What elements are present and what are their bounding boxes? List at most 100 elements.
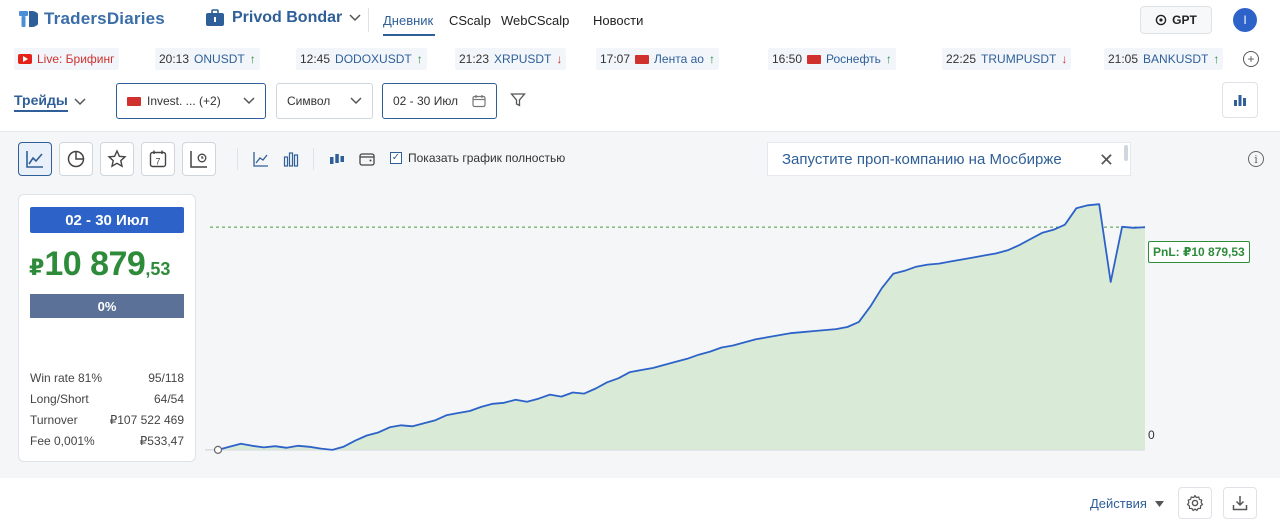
ticker-item[interactable]: 17:07 Лента ао ↑ (596, 48, 719, 70)
logo[interactable]: TradersDiaries (18, 9, 165, 29)
stat-long-short: Long/Short 64/54 (30, 392, 184, 406)
ticker-more-icon[interactable]: + (1243, 51, 1259, 67)
avatar[interactable]: I (1233, 8, 1257, 32)
tool-favorites[interactable] (100, 142, 134, 176)
banner-scrollbar (1124, 145, 1128, 161)
chevron-down-icon (243, 97, 255, 105)
ticker-symbol: Роснефть (826, 52, 881, 66)
chevron-down-icon (349, 14, 361, 22)
ticker-item[interactable]: 22:25 TRUMPUSDT ↓ (942, 48, 1072, 70)
info-icon[interactable]: i (1248, 151, 1264, 167)
openai-icon (1155, 14, 1167, 26)
arrow-up-icon: ↑ (416, 52, 423, 66)
show-full-chart-toggle[interactable]: ✓ Показать график полностью (390, 151, 565, 165)
star-icon (107, 149, 127, 168)
ticker-symbol: BANKUSDT (1143, 52, 1209, 66)
tool-pie-chart[interactable] (59, 142, 93, 176)
stat-value: 95/118 (148, 371, 184, 385)
stat-turnover: Turnover ₽107 522 469 (30, 413, 184, 427)
download-icon (1232, 496, 1248, 511)
close-icon[interactable]: ✕ (1099, 151, 1114, 169)
ticker-symbol: DODOXUSDT (335, 52, 412, 66)
summary-pnl: ₽ 10 879 ,53 (29, 245, 170, 284)
stat-value: 64/54 (153, 392, 184, 406)
moex-flag-icon (127, 96, 141, 106)
tool-line-mode[interactable] (252, 150, 270, 168)
clock-chart-icon (190, 151, 207, 168)
workspace-selector[interactable]: Privod Bondar (205, 9, 361, 27)
pnl-integer: 10 879 (44, 245, 146, 283)
ticker-item[interactable]: 21:05 BANKUSDT ↑ (1104, 48, 1224, 70)
promo-banner[interactable]: Запустите проп-компанию на Мосбирже ✕ (767, 142, 1131, 176)
tool-line-chart[interactable] (18, 142, 52, 176)
show-full-label: Показать график полностью (408, 151, 566, 165)
percent-bar: 0% (30, 294, 184, 318)
filters-bar: Трейды Invest. ... (+2) Символ 02 - 30 И… (0, 80, 1280, 124)
date-filter-label: 02 - 30 Июл (393, 94, 459, 108)
gpt-button[interactable]: GPT (1140, 6, 1212, 34)
nav-tab-news[interactable]: Новости (593, 0, 649, 40)
tool-wallet[interactable] (358, 150, 376, 168)
ticker-item[interactable]: 12:45 DODOXUSDT ↑ (296, 48, 427, 70)
ticker-item-live[interactable]: Live: Брифинг (14, 48, 119, 70)
filter-icon[interactable] (510, 92, 526, 108)
pnl-chart[interactable] (205, 194, 1280, 464)
tool-bar-mode[interactable] (282, 150, 300, 168)
footer-bar: Действия (0, 478, 1280, 524)
tool-calendar[interactable]: 7 (141, 142, 175, 176)
trades-label: Трейды (14, 92, 68, 112)
trades-selector[interactable]: Трейды (14, 92, 86, 112)
arrow-down-icon: ↓ (1061, 52, 1068, 66)
symbol-filter[interactable]: Символ (276, 83, 373, 119)
date-filter[interactable]: 02 - 30 Июл (382, 83, 497, 119)
stat-label: Turnover (30, 413, 78, 427)
download-button[interactable] (1223, 487, 1257, 519)
youtube-icon (18, 54, 32, 64)
ticker-time: 16:50 (772, 52, 803, 66)
stat-fee: Fee 0,001% ₽533,47 (30, 434, 184, 448)
summary-date-range: 02 - 30 Июл (30, 207, 184, 233)
actions-menu[interactable]: Действия (1090, 496, 1164, 511)
account-filter[interactable]: Invest. ... (+2) (116, 83, 266, 119)
gpt-label: GPT (1172, 13, 1197, 27)
tool-candles[interactable] (328, 150, 346, 168)
top-bar: TradersDiaries Privod Bondar Дневник CSc… (0, 0, 1280, 40)
arrow-up-icon: ↑ (885, 52, 892, 66)
arrow-up-icon: ↑ (708, 52, 715, 66)
pnl-decimal: ,53 (145, 259, 171, 279)
stat-value: ₽533,47 (139, 434, 184, 448)
settings-button[interactable] (1178, 487, 1212, 519)
ticker-item[interactable]: 20:13 ONUSDT ↑ (155, 48, 260, 70)
ticker-item[interactable]: 16:50 Роснефть ↑ (768, 48, 896, 70)
wallet-icon (359, 153, 375, 166)
stat-label: Win rate 81% (30, 371, 103, 385)
ticker-item[interactable]: 21:23 XRPUSDT ↓ (455, 48, 567, 70)
bar-mode-icon (283, 152, 299, 167)
chevron-down-icon (350, 97, 362, 105)
divider (237, 148, 238, 170)
candles-icon (330, 154, 344, 164)
arrow-up-icon: ↑ (1213, 52, 1220, 66)
divider (313, 148, 314, 170)
gear-icon (1186, 494, 1204, 512)
stats-button[interactable] (1222, 82, 1258, 118)
pnl-area-fill (218, 204, 1145, 450)
show-full-checkbox[interactable]: ✓ (390, 152, 402, 164)
svg-text:7: 7 (155, 157, 160, 167)
nav-tab-cscalp[interactable]: CScalp (449, 0, 491, 40)
caret-down-icon (1154, 500, 1164, 507)
arrow-down-icon: ↓ (556, 52, 563, 66)
workspace-name: Privod Bondar (232, 9, 343, 26)
pnl-currency: ₽ (29, 255, 45, 280)
calendar-7-icon: 7 (149, 150, 167, 168)
pie-chart-icon (67, 150, 85, 168)
nav-tab-diary[interactable]: Дневник (383, 0, 435, 36)
ticker-symbol: ONUSDT (194, 52, 245, 66)
tool-time-chart[interactable] (182, 142, 216, 176)
logo-icon (19, 11, 38, 27)
stat-value: ₽107 522 469 (109, 413, 184, 427)
stat-label: Long/Short (30, 392, 89, 406)
nav-tab-webcscalp[interactable]: WebCScalp (501, 0, 569, 40)
ticker-time: 21:23 (459, 52, 490, 66)
ticker-time: 12:45 (300, 52, 331, 66)
